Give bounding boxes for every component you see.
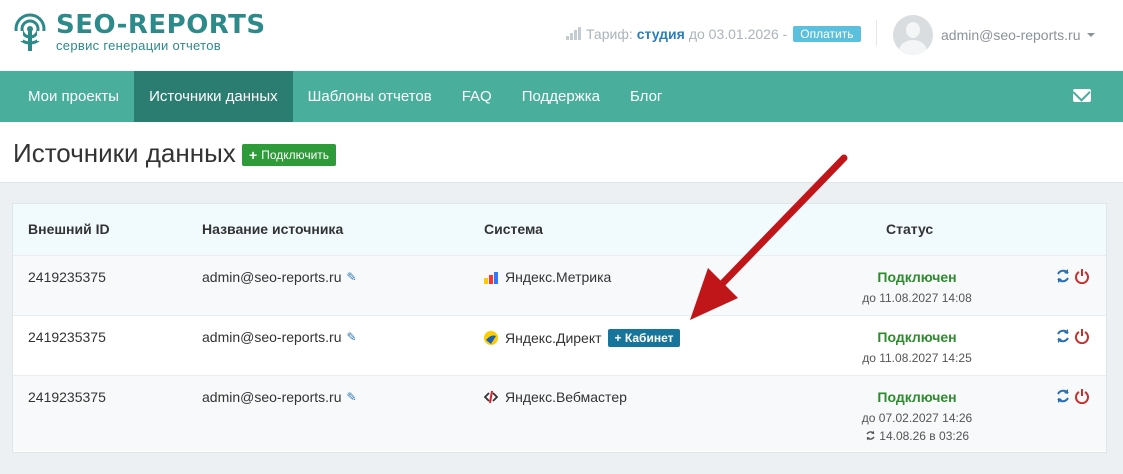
status-synced: 14.08.26 в 03:26 xyxy=(833,429,1001,443)
source-name: admin@seo-reports.ru ✎ xyxy=(202,269,357,285)
system: Яндекс.Вебмастер xyxy=(484,389,627,405)
external-id: 2419235375 xyxy=(28,269,106,285)
system: Яндекс.Директ + Кабинет xyxy=(484,329,681,347)
power-icon[interactable] xyxy=(1074,268,1090,284)
page-title: Источники данных xyxy=(13,138,236,168)
sources-table: Внешний ID Название источника Система Ст… xyxy=(12,203,1107,453)
refresh-icon[interactable] xyxy=(1055,388,1071,404)
pay-button[interactable]: Оплатить xyxy=(793,26,861,42)
connect-button-label: Подключить xyxy=(261,148,330,162)
source-name-text: admin@seo-reports.ru xyxy=(202,329,342,345)
header-system: Система xyxy=(484,221,543,237)
yandex-webmaster-icon xyxy=(484,390,498,404)
status-badge: Подключен xyxy=(877,389,957,405)
nav-support[interactable]: Поддержка xyxy=(507,71,615,122)
refresh-icon[interactable] xyxy=(1055,268,1071,284)
system-name: Яндекс.Метрика xyxy=(505,269,612,285)
header-external-id: Внешний ID xyxy=(28,221,110,237)
status: Подключен до 11.08.2027 14:25 xyxy=(833,329,1001,365)
status-until: до 11.08.2027 14:25 xyxy=(862,351,972,365)
tariff-until: до 03.01.2026 - xyxy=(688,26,788,42)
header-status: Статус xyxy=(886,221,934,237)
add-cabinet-button[interactable]: + Кабинет xyxy=(607,329,681,347)
row-actions xyxy=(1052,268,1090,284)
nav-faq[interactable]: FAQ xyxy=(447,71,507,122)
connect-button[interactable]: + Подключить xyxy=(242,144,337,166)
status-badge: Подключен xyxy=(877,329,957,345)
avatar xyxy=(893,15,933,55)
nav-my-projects[interactable]: Мои проекты xyxy=(0,71,134,122)
table-header: Внешний ID Название источника Система Ст… xyxy=(13,204,1106,255)
system-name: Яндекс.Директ xyxy=(505,330,602,346)
chevron-down-icon xyxy=(1086,33,1095,37)
pencil-icon[interactable]: ✎ xyxy=(347,330,357,344)
refresh-icon[interactable] xyxy=(1055,328,1071,344)
yandex-metrika-icon xyxy=(484,272,498,284)
pencil-icon[interactable]: ✎ xyxy=(347,390,357,404)
header: SEO-REPORTS сервис генерации отчетов Тар… xyxy=(0,0,1123,71)
nav-blog[interactable]: Блог xyxy=(615,71,677,122)
status-until: до 11.08.2027 14:08 xyxy=(862,291,972,305)
pencil-icon[interactable]: ✎ xyxy=(347,270,357,284)
source-name-text: admin@seo-reports.ru xyxy=(202,269,342,285)
power-icon[interactable] xyxy=(1074,328,1090,344)
plus-icon: + xyxy=(249,147,258,163)
status-until: до 07.02.2027 14:26 xyxy=(861,411,973,425)
header-divider xyxy=(876,20,877,46)
row-actions xyxy=(1052,328,1090,344)
tariff-plan[interactable]: студия xyxy=(637,26,685,42)
table-row: 2419235375 admin@seo-reports.ru ✎ Яндекс… xyxy=(13,315,1106,375)
status-badge: Подключен xyxy=(877,269,957,285)
logo-signal-icon xyxy=(13,13,47,51)
status: Подключен до 11.08.2027 14:08 xyxy=(833,269,1001,305)
sync-icon xyxy=(866,430,875,441)
title-bar: Источники данных + Подключить xyxy=(0,122,1123,183)
row-actions xyxy=(1052,388,1090,404)
status: Подключен до 07.02.2027 14:26 14.08.26 в… xyxy=(833,389,1001,443)
user-email: admin@seo-reports.ru xyxy=(941,27,1081,43)
nav-data-sources[interactable]: Источники данных xyxy=(134,71,293,122)
yandex-direct-icon xyxy=(484,331,498,345)
table-row: 2419235375 admin@seo-reports.ru ✎ Яндекс… xyxy=(13,255,1106,315)
external-id: 2419235375 xyxy=(28,389,106,405)
main-nav: Мои проекты Источники данных Шаблоны отч… xyxy=(0,71,1123,122)
tariff-info: Тариф: студия до 03.01.2026 - Оплатить xyxy=(566,26,861,42)
source-name: admin@seo-reports.ru ✎ xyxy=(202,329,357,345)
source-name: admin@seo-reports.ru ✎ xyxy=(202,389,357,405)
signal-bars-icon xyxy=(566,27,582,40)
logo[interactable]: SEO-REPORTS сервис генерации отчетов xyxy=(12,12,266,53)
source-name-text: admin@seo-reports.ru xyxy=(202,389,342,405)
logo-subtitle: сервис генерации отчетов xyxy=(56,38,221,53)
system-name: Яндекс.Вебмастер xyxy=(505,389,627,405)
system: Яндекс.Метрика xyxy=(484,269,611,285)
table-row: 2419235375 admin@seo-reports.ru ✎ Яндекс… xyxy=(13,375,1106,451)
mail-icon[interactable] xyxy=(1073,89,1091,102)
power-icon[interactable] xyxy=(1074,388,1090,404)
nav-report-templates[interactable]: Шаблоны отчетов xyxy=(293,71,447,122)
logo-title: SEO-REPORTS xyxy=(56,10,266,40)
table-body: 2419235375 admin@seo-reports.ru ✎ Яндекс… xyxy=(13,255,1106,451)
external-id: 2419235375 xyxy=(28,329,106,345)
tariff-label: Тариф: xyxy=(586,26,633,42)
header-source-name: Название источника xyxy=(202,221,344,237)
synced-time: 14.08.26 в 03:26 xyxy=(879,429,970,443)
user-menu[interactable]: admin@seo-reports.ru xyxy=(893,15,1095,55)
